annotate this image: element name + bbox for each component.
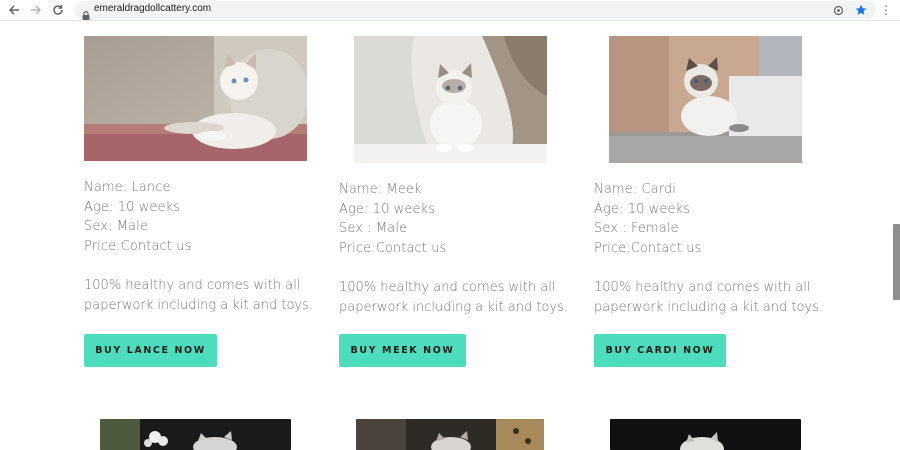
kitten-photo-cardi — [609, 36, 802, 163]
kitten-info-meek: Name: Meek Age: 10 weeks Sex : Male Pric… — [339, 180, 446, 258]
kitten-photo-meek — [354, 36, 547, 163]
kitten-price: Price:Contact us — [84, 238, 192, 254]
kitten-photo-lance — [84, 36, 307, 161]
reload-icon[interactable] — [50, 2, 66, 18]
kitten-info-lance: Name: Lance Age: 10 weeks Sex: Male Pric… — [84, 178, 191, 256]
bookmark-star-icon[interactable] — [854, 3, 868, 17]
url-text[interactable]: emeraldragdollcattery.com — [94, 3, 211, 14]
back-arrow-icon[interactable] — [6, 2, 22, 18]
zoom-icon[interactable] — [831, 3, 845, 17]
lock-icon[interactable] — [82, 5, 90, 20]
buy-cardi-button[interactable]: BUY CARDI NOW — [594, 334, 726, 367]
buy-lance-button[interactable]: BUY LANCE NOW — [84, 334, 217, 367]
kitten-description-lance: 100% healthy and comes with all paperwor… — [84, 278, 313, 313]
kitten-description-meek: 100% healthy and comes with all paperwor… — [339, 280, 568, 315]
kitten-photo-row2-3 — [610, 419, 801, 450]
kitten-photo-row2-1 — [100, 419, 291, 450]
address-bar[interactable]: emeraldragdollcattery.com — [74, 1, 876, 20]
kitten-info-cardi: Name: Cardi Age: 10 weeks Sex : Female P… — [594, 180, 701, 258]
kitten-age: Age: 10 weeks — [594, 201, 691, 217]
kitten-price: Price:Contact us — [339, 240, 447, 256]
menu-dots-icon[interactable]: ⋮ — [880, 2, 892, 18]
kitten-sex: Sex: Male — [84, 219, 148, 234]
kitten-photo-row2-2 — [356, 419, 544, 450]
kitten-name: Name: Cardi — [594, 182, 676, 197]
forward-arrow-icon[interactable] — [28, 2, 44, 18]
kitten-name: Name: Lance — [84, 180, 171, 195]
kitten-sex: Sex : Male — [339, 221, 408, 236]
kitten-price: Price:Contact us — [594, 240, 702, 256]
scrollbar-thumb[interactable] — [893, 224, 900, 300]
browser-toolbar: emeraldragdollcattery.com ⋮ — [0, 0, 900, 21]
kitten-name: Name: Meek — [339, 182, 422, 197]
kitten-sex: Sex : Female — [594, 221, 679, 236]
kitten-age: Age: 10 weeks — [339, 201, 436, 217]
kitten-description-cardi: 100% healthy and comes with all paperwor… — [594, 280, 823, 315]
buy-meek-button[interactable]: BUY MEEK NOW — [339, 334, 466, 367]
kitten-age: Age: 10 weeks — [84, 199, 181, 215]
